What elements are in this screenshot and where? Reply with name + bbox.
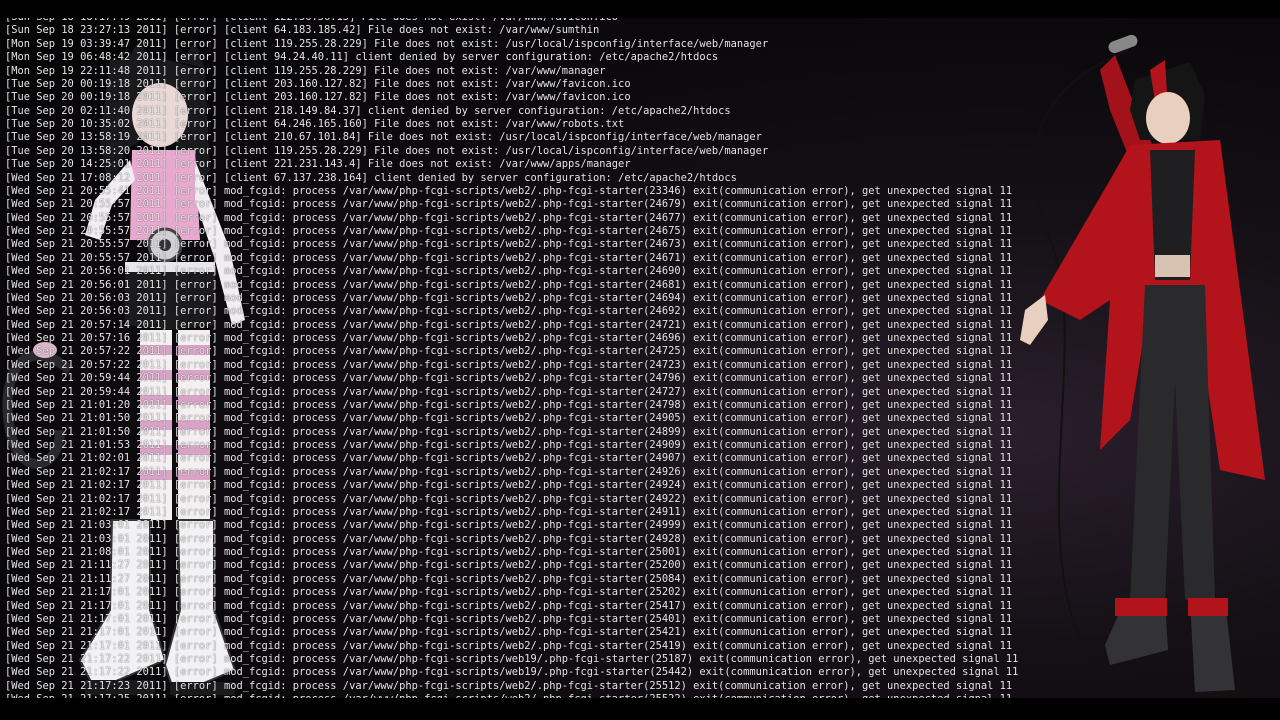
log-line: [Wed Sep 21 21:17:23 2011] [error] mod_f…: [5, 679, 1013, 692]
log-line: [Wed Sep 21 21:02:17 2011] [error] mod_f…: [5, 505, 1013, 518]
log-line: [Mon Sep 19 06:48:42 2011] [error] [clie…: [5, 51, 719, 64]
log-line: [Tue Sep 20 13:58:20 2011] [error] [clie…: [5, 144, 769, 157]
log-line: [Sun Sep 18 23:27:13 2011] [error] [clie…: [5, 24, 600, 37]
log-line: [Tue Sep 20 02:11:40 2011] [error] [clie…: [5, 104, 731, 117]
log-line: [Tue Sep 20 10:35:02 2011] [error] [clie…: [5, 118, 625, 130]
log-line: [Wed Sep 21 21:03:01 2011] [error] mod_f…: [5, 532, 1013, 545]
log-line: [Wed Sep 21 21:17:01 2011] [error] mod_f…: [5, 612, 1013, 625]
log-line: [Wed Sep 21 21:08:01 2011] [error] mod_f…: [5, 546, 1013, 558]
terminal-screen: [Sun Sep 18 18:17:49 2011] [error] [clie…: [0, 0, 1280, 720]
log-line: [Mon Sep 19 22:11:48 2011] [error] [clie…: [5, 64, 606, 77]
log-line: [Wed Sep 21 21:01:50 2011] [error] mod_f…: [5, 425, 1013, 438]
log-line: [Wed Sep 21 21:17:01 2011] [error] mod_f…: [5, 586, 1013, 599]
log-line: [Wed Sep 21 17:08:12 2011] [error] [clie…: [5, 171, 737, 184]
log-line: [Wed Sep 21 20:56:03 2011] [error] mod_f…: [5, 291, 1013, 304]
log-line: [Wed Sep 21 21:01:20 2011] [error] mod_f…: [5, 398, 1013, 411]
log-line: [Wed Sep 21 20:56:01 2011] [error] mod_f…: [5, 265, 1013, 278]
right-character-illustration: [1020, 34, 1265, 692]
log-line: [Tue Sep 20 13:58:19 2011] [error] [clie…: [5, 131, 762, 144]
log-line: [Wed Sep 21 20:55:57 2011] [error] mod_f…: [5, 238, 1013, 251]
letterbox-bottom: [0, 698, 1280, 720]
log-line: [Wed Sep 21 20:55:57 2011] [error] mod_f…: [5, 211, 1013, 224]
log-line: [Wed Sep 21 21:11:27 2011] [error] mod_f…: [5, 559, 1013, 572]
character-pants: [1130, 285, 1215, 600]
log-line: [Wed Sep 21 21:17:22 2011] [error] mod_f…: [5, 666, 1019, 679]
log-line: [Wed Sep 21 21:02:17 2011] [error] mod_f…: [5, 492, 1013, 505]
log-line: [Wed Sep 21 20:55:57 2011] [error] mod_f…: [5, 198, 1013, 211]
log-line: [Wed Sep 21 20:57:22 2011] [error] mod_f…: [5, 345, 1013, 358]
letterbox-top: [0, 0, 1280, 18]
log-line: [Wed Sep 21 21:17:22 2011] [error] mod_f…: [5, 653, 1019, 665]
log-line: [Wed Sep 21 21:11:27 2011] [error] mod_f…: [5, 572, 1013, 585]
log-line: [Tue Sep 20 00:19:18 2011] [error] [clie…: [5, 91, 631, 104]
log-line: [Wed Sep 21 21:02:01 2011] [error] mod_f…: [5, 452, 1013, 465]
log-line: [Wed Sep 21 21:02:17 2011] [error] mod_f…: [5, 479, 1013, 492]
apache-error-log[interactable]: [Sun Sep 18 18:17:49 2011] [error] [clie…: [5, 11, 1018, 707]
log-line: [Mon Sep 19 03:39:47 2011] [error] [clie…: [5, 37, 769, 50]
log-line: [Wed Sep 21 20:55:57 2011] [error] mod_f…: [5, 225, 1013, 237]
microphone: [1108, 34, 1138, 54]
log-line: [Wed Sep 21 20:56:03 2011] [error] mod_f…: [5, 305, 1013, 318]
log-line: [Wed Sep 21 20:55:57 2011] [error] mod_f…: [5, 251, 1013, 264]
outstretched-hand: [1020, 295, 1048, 345]
log-line: [Wed Sep 21 20:59:44 2011] [error] mod_f…: [5, 372, 1013, 385]
log-line: [Wed Sep 21 21:17:01 2011] [error] mod_f…: [5, 639, 1013, 652]
log-line: [Wed Sep 21 20:55:41 2011] [error] mod_f…: [5, 184, 1013, 197]
log-line: [Tue Sep 20 14:25:01 2011] [error] [clie…: [5, 158, 631, 171]
log-line: [Wed Sep 21 20:57:14 2011] [error] mod_f…: [5, 318, 1013, 331]
log-line: [Wed Sep 21 21:17:01 2011] [error] mod_f…: [5, 626, 1013, 639]
log-line: [Wed Sep 21 20:57:22 2011] [error] mod_f…: [5, 358, 1013, 371]
log-line: [Tue Sep 20 00:19:18 2011] [error] [clie…: [5, 77, 631, 90]
log-line: [Wed Sep 21 20:57:16 2011] [error] mod_f…: [5, 332, 1013, 344]
log-line: [Wed Sep 21 21:03:01 2011] [error] mod_f…: [5, 519, 1013, 532]
log-line: [Wed Sep 21 21:01:50 2011] [error] mod_f…: [5, 412, 1013, 425]
log-line: [Wed Sep 21 21:01:53 2011] [error] mod_f…: [5, 439, 1013, 451]
character-face: [1146, 92, 1190, 144]
log-line: [Wed Sep 21 20:56:01 2011] [error] mod_f…: [5, 278, 1013, 291]
log-line: [Wed Sep 21 21:02:17 2011] [error] mod_f…: [5, 465, 1013, 478]
log-line: [Wed Sep 21 20:59:44 2011] [error] mod_f…: [5, 385, 1013, 398]
log-line: [Wed Sep 21 21:17:01 2011] [error] mod_f…: [5, 599, 1013, 612]
